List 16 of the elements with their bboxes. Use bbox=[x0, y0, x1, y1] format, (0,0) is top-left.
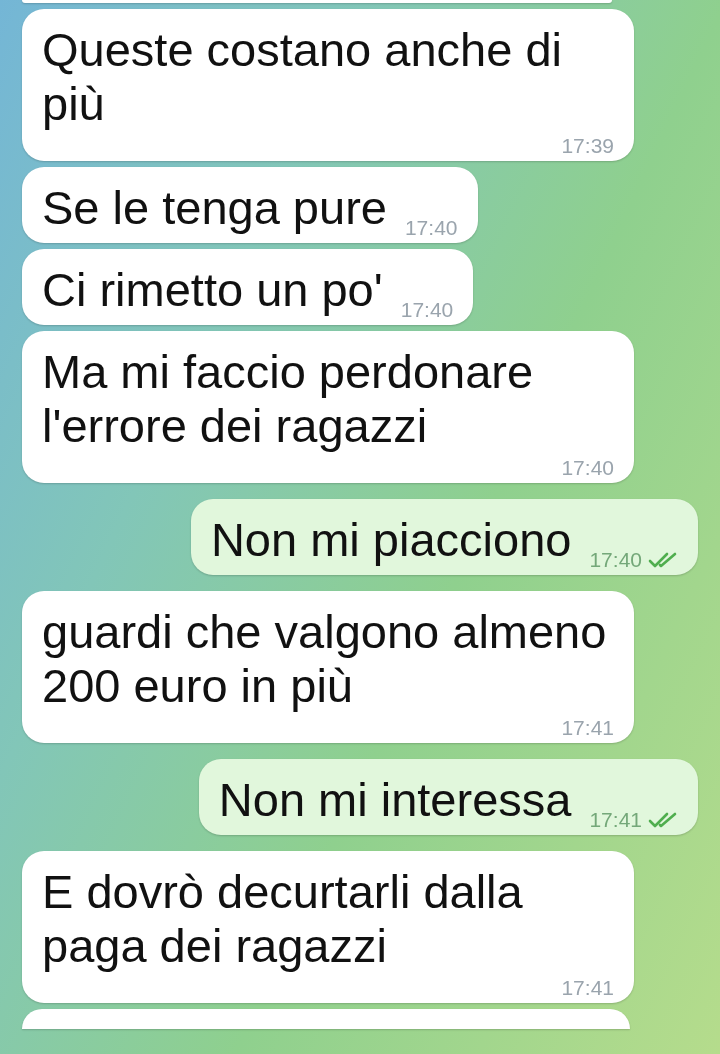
message-text: Queste costano anche di più bbox=[42, 23, 563, 132]
message-text: Non mi piacciono bbox=[210, 513, 572, 568]
message-time: 17:40 bbox=[404, 217, 458, 239]
message-text: Ci rimetto un po' bbox=[42, 263, 383, 318]
message-time: 17:39 bbox=[561, 135, 614, 157]
message-time: 17:41 bbox=[589, 809, 642, 831]
message-text: guardi che valgono almeno 200 euro in più bbox=[42, 605, 608, 714]
message-time: 17:40 bbox=[589, 549, 642, 571]
message-time: 17:41 bbox=[561, 717, 614, 739]
message-text: Se le tenga pure bbox=[42, 181, 387, 236]
message-time: 17:40 bbox=[561, 457, 614, 479]
message-text: Ma mi faccio perdonare l'errore dei ragazzi bbox=[42, 345, 535, 454]
message-time: 17:40 bbox=[400, 299, 454, 321]
message-time: 17:41 bbox=[561, 977, 614, 999]
message-text: Non mi interessa bbox=[218, 773, 572, 828]
message-text: E dovrò decurtarli dalla paga dei ragazzi bbox=[42, 865, 524, 974]
